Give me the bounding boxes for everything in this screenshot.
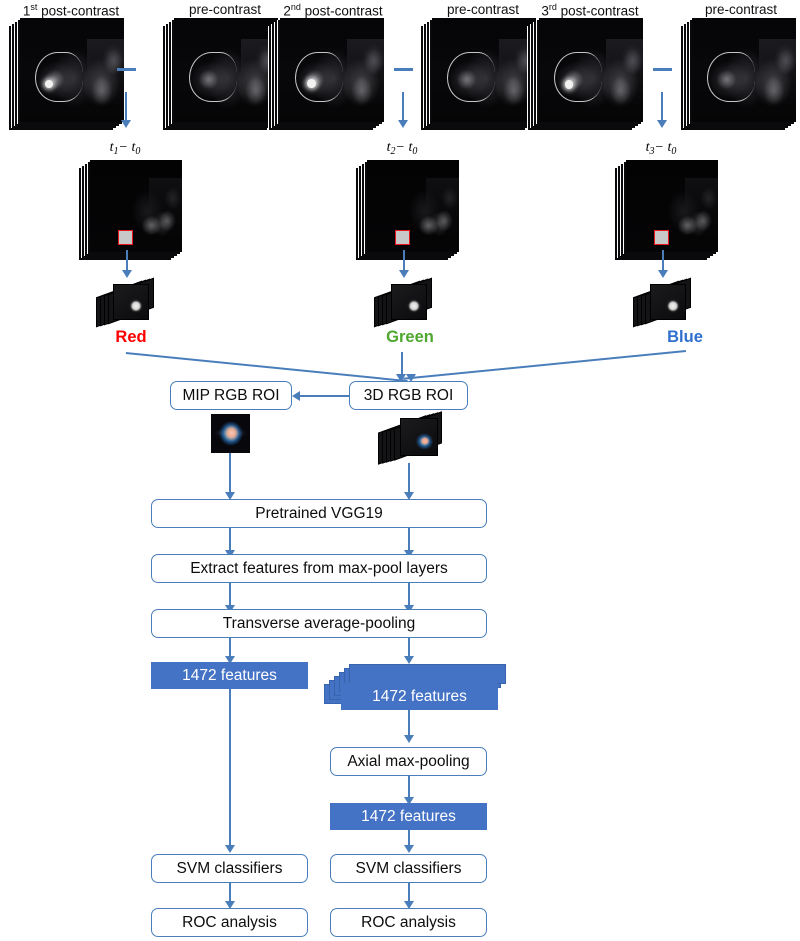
- arrow-shaft-sub-2: [402, 92, 404, 122]
- arrow-head-pooled-to-svm: [404, 845, 414, 853]
- three-d-roi-stack-image: [378, 411, 458, 465]
- roc-analysis-left-label: ROC analysis: [182, 913, 277, 931]
- arrow-shaft-sub-1: [125, 92, 127, 122]
- roi-marker-1: [118, 230, 133, 245]
- subtraction-stack-2: [355, 160, 465, 260]
- arrow-head-roi-1: [122, 270, 132, 278]
- minus-operator-3: [653, 68, 672, 72]
- roc-analysis-left-box[interactable]: ROC analysis: [151, 908, 308, 937]
- arrow-head-sub-3: [657, 120, 667, 128]
- arrow-shaft-roi-3: [662, 250, 664, 272]
- subtraction-label-3: t3− t0: [645, 140, 677, 157]
- channel-label-red: Red: [115, 328, 147, 346]
- three-d-rgb-roi-box[interactable]: 3D RGB ROI: [349, 381, 468, 410]
- features-left-box[interactable]: 1472 features: [151, 662, 308, 689]
- workflow-diagram: 1st post-contrast pre-contrast t1− t0 Re…: [0, 0, 800, 941]
- axial-max-pooling-label: Axial max-pooling: [347, 752, 470, 770]
- roi-3d-stack-red: [96, 277, 168, 328]
- minus-operator-2: [394, 68, 413, 72]
- arrow-shaft-features-left-to-svm: [229, 689, 231, 849]
- features-right-pooled-label: 1472 features: [361, 807, 456, 825]
- pre-contrast-label-3: pre-contrast: [704, 2, 778, 17]
- transverse-average-pooling-box[interactable]: Transverse average-pooling: [151, 609, 487, 638]
- svm-classifiers-left-box[interactable]: SVM classifiers: [151, 854, 308, 883]
- svm-classifiers-right-label: SVM classifiers: [355, 859, 462, 877]
- post-contrast-label-2: 2nd post-contrast: [283, 2, 383, 19]
- roi-marker-2: [395, 230, 410, 245]
- arrow-head-3d-to-mip: [292, 391, 300, 401]
- roi-marker-3: [654, 230, 669, 245]
- subtraction-label-1: t1− t0: [109, 140, 141, 157]
- features-left-label: 1472 features: [182, 666, 277, 684]
- post-contrast-label-3: 3rd post-contrast: [541, 2, 639, 19]
- roc-analysis-right-box[interactable]: ROC analysis: [330, 908, 487, 937]
- converge-line-blue: [403, 350, 686, 380]
- channel-label-blue: Blue: [667, 328, 703, 346]
- arrow-head-sub-1: [121, 120, 131, 128]
- subtraction-stack-3: [614, 160, 724, 260]
- pretrained-vgg19-box[interactable]: Pretrained VGG19: [151, 499, 487, 528]
- arrow-head-features-to-axial: [404, 735, 414, 743]
- converge-line-red: [125, 352, 408, 382]
- post-contrast-label-1: 1st post-contrast: [22, 2, 120, 19]
- arrow-shaft-features-to-axial: [408, 710, 410, 738]
- mip-rgb-roi-label: MIP RGB ROI: [182, 386, 280, 404]
- arrow-shaft-roi-2: [403, 250, 405, 272]
- mip-roi-image: [211, 414, 250, 453]
- mri-stack-post-3: [527, 18, 649, 130]
- converge-line-green: [401, 352, 403, 376]
- mri-stack-pre-2: [420, 18, 542, 130]
- three-d-rgb-roi-label: 3D RGB ROI: [363, 386, 454, 404]
- mri-stack-post-2: [268, 18, 390, 130]
- mri-stack-pre-1: [162, 18, 284, 130]
- extract-features-box[interactable]: Extract features from max-pool layers: [151, 554, 487, 583]
- arrow-head-roi-3: [658, 270, 668, 278]
- extract-features-label: Extract features from max-pool layers: [190, 559, 448, 577]
- minus-operator-1: [117, 68, 136, 72]
- channel-label-green: Green: [386, 328, 434, 346]
- pretrained-vgg19-label: Pretrained VGG19: [255, 504, 383, 522]
- roi-3d-stack-green: [374, 277, 446, 328]
- mri-stack-post-1: [8, 18, 130, 130]
- features-right-pooled-box[interactable]: 1472 features: [330, 803, 487, 830]
- arrow-head-features-left-to-svm: [225, 845, 235, 853]
- mip-rgb-roi-box[interactable]: MIP RGB ROI: [170, 381, 292, 410]
- arrow-shaft-sub-3: [661, 92, 663, 122]
- features-right-stack[interactable]: 1472 features: [324, 658, 514, 720]
- subtraction-stack-1: [78, 160, 188, 260]
- features-right-stack-label: 1472 features: [372, 687, 467, 705]
- arrow-shaft-3d-to-mip: [300, 395, 349, 397]
- transverse-average-pooling-label: Transverse average-pooling: [222, 614, 416, 632]
- svm-classifiers-right-box[interactable]: SVM classifiers: [330, 854, 487, 883]
- roi-3d-stack-blue: [633, 277, 705, 328]
- axial-max-pooling-box[interactable]: Axial max-pooling: [330, 747, 487, 776]
- subtraction-label-2: t2− t0: [386, 140, 418, 157]
- arrow-shaft-roi-1: [126, 250, 128, 272]
- arrow-head-roi-2: [399, 270, 409, 278]
- arrow-shaft-mip-to-vgg: [229, 453, 231, 497]
- arrow-head-sub-2: [398, 120, 408, 128]
- roc-analysis-right-label: ROC analysis: [361, 913, 456, 931]
- mri-stack-pre-3: [680, 18, 800, 130]
- svm-classifiers-left-label: SVM classifiers: [176, 859, 283, 877]
